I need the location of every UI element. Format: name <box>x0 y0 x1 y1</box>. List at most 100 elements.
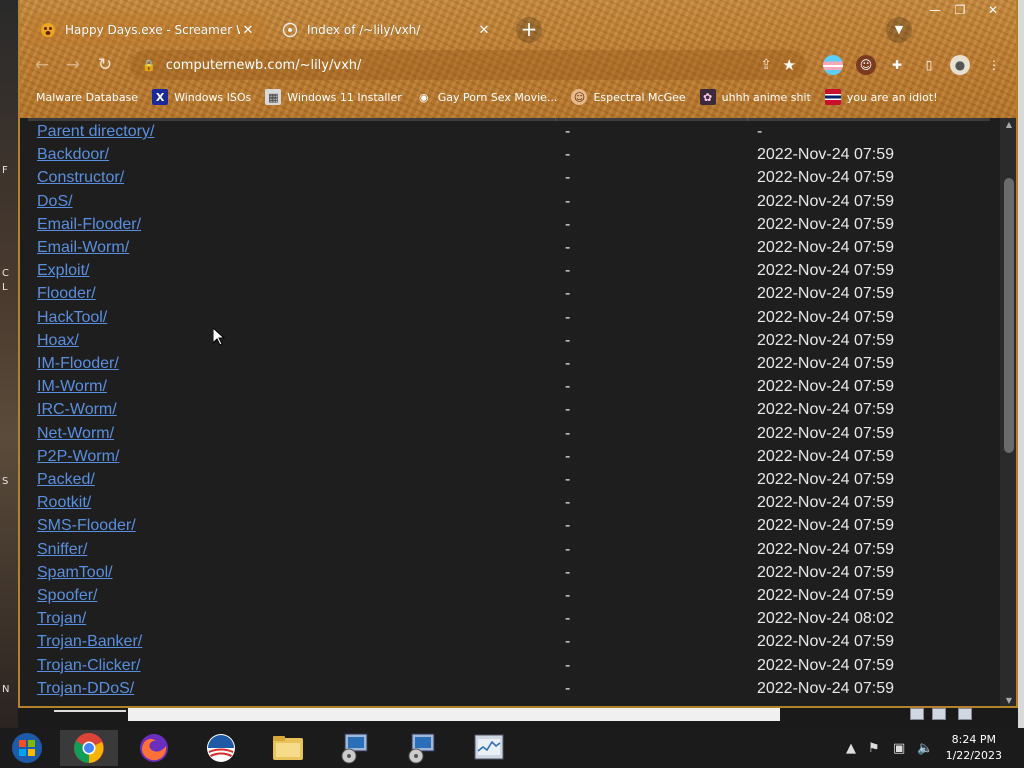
directory-link[interactable]: Trojan-Banker/ <box>37 633 142 651</box>
bookmark-uhhh-anime[interactable]: ✿ uhhh anime shit <box>699 89 811 105</box>
side-panel-icon[interactable]: ▯ <box>919 55 939 75</box>
scrollbar-thumb[interactable] <box>1004 178 1014 453</box>
size-cell: - <box>565 331 571 349</box>
file-explorer-icon[interactable] <box>259 730 317 766</box>
tab-title: Index of /~lily/vxh/ <box>307 23 421 37</box>
bookmark-star-icon[interactable]: ★ <box>783 56 796 74</box>
share-icon[interactable]: ⇪ <box>760 57 772 73</box>
network-icon[interactable]: ▣ <box>893 728 905 768</box>
bookmark-windows-isos[interactable]: X Windows ISOs <box>152 89 251 105</box>
size-cell: - <box>565 239 571 256</box>
tab-search-chevron-icon[interactable]: ▼ <box>886 17 912 43</box>
system-clock[interactable]: 8:24 PM 1/22/2023 <box>946 732 1002 764</box>
table-top-border <box>28 118 990 121</box>
size-cell: - <box>565 517 571 535</box>
background-window-icon <box>910 708 924 720</box>
table-row: SpamTool/ - 2022-Nov-24 07:59 <box>20 564 1000 587</box>
directory-link[interactable]: Hoax/ <box>37 332 79 350</box>
new-tab-button[interactable]: + <box>516 17 542 43</box>
directory-link[interactable]: Trojan/ <box>37 610 86 628</box>
task-manager-icon[interactable] <box>460 730 518 766</box>
back-button[interactable]: ← <box>30 53 54 77</box>
trans-flag-extension-icon[interactable] <box>823 55 843 75</box>
size-cell: - <box>565 679 571 697</box>
setup-icon[interactable] <box>393 730 451 766</box>
menu-kebab-icon[interactable]: ⋮ <box>984 55 1004 75</box>
directory-link[interactable]: Email-Worm/ <box>37 239 129 257</box>
directory-link[interactable]: IM-Worm/ <box>37 378 107 396</box>
background-window-icon <box>932 708 946 720</box>
maximize-button[interactable]: ❐ <box>947 2 973 20</box>
tab-happy-days[interactable]: Happy Days.exe - Screamer Wiki ✕ <box>30 14 266 46</box>
setup-icon[interactable] <box>326 730 384 766</box>
close-tab-icon[interactable]: ✕ <box>476 23 492 38</box>
directory-link[interactable]: Email-Flooder/ <box>37 216 141 234</box>
show-hidden-icons-icon[interactable]: ▲ <box>846 728 856 768</box>
forward-button[interactable]: → <box>61 53 85 77</box>
bookmark-espectral-mcgee[interactable]: ☺ Espectral McGee <box>571 89 686 105</box>
scroll-down-icon[interactable]: ▼ <box>1000 694 1016 706</box>
date-cell: 2022-Nov-24 07:59 <box>757 540 894 558</box>
background-window-strip <box>18 708 1018 728</box>
address-bar[interactable]: 🔒 computernewb.com/~lily/vxh/ ⇪ ★ <box>130 50 806 80</box>
action-center-flag-icon[interactable]: ⚑ <box>868 728 880 768</box>
bookmark-windows-11-installer[interactable]: ▦ Windows 11 Installer <box>265 89 402 105</box>
tab-title: Happy Days.exe - Screamer Wiki <box>65 23 240 37</box>
directory-link[interactable]: IM-Flooder/ <box>37 355 119 373</box>
table-row: Sniffer/ - 2022-Nov-24 07:59 <box>20 541 1000 564</box>
date-cell: 2022-Nov-24 07:59 <box>757 146 894 164</box>
directory-link[interactable]: IRC-Worm/ <box>37 401 117 419</box>
directory-link[interactable]: Spoofer/ <box>37 587 97 605</box>
start-orb-icon[interactable] <box>0 730 54 766</box>
tab-index-of[interactable]: Index of /~lily/vxh/ ✕ <box>272 14 502 46</box>
size-cell: - <box>565 656 571 674</box>
profile-avatar-icon[interactable]: ● <box>950 55 970 75</box>
background-window-edge <box>54 710 126 712</box>
directory-link[interactable]: Net-Worm/ <box>37 425 114 443</box>
date-cell: 2022-Nov-24 07:59 <box>757 447 894 465</box>
bookmark-you-are-an-idiot[interactable]: you are an idiot! <box>824 89 938 105</box>
profile-extension-icon[interactable]: ☺ <box>856 55 876 75</box>
directory-link[interactable]: P2P-Worm/ <box>37 448 119 466</box>
firefox-icon[interactable] <box>125 730 183 766</box>
directory-link[interactable]: Packed/ <box>37 471 95 489</box>
minimize-button[interactable]: — <box>922 2 948 20</box>
date-cell: 2022-Nov-24 07:59 <box>757 424 894 442</box>
directory-link[interactable]: Rootkit/ <box>37 494 91 512</box>
directory-link[interactable]: Trojan-DDoS/ <box>37 680 134 698</box>
directory-link[interactable]: Flooder/ <box>37 285 96 303</box>
date-cell: 2022-Nov-24 07:59 <box>757 633 894 651</box>
size-cell: - <box>565 215 571 233</box>
directory-link[interactable]: Parent directory/ <box>37 123 154 141</box>
table-row: Trojan-Banker/ - 2022-Nov-24 07:59 <box>20 633 1000 656</box>
directory-link[interactable]: Constructor/ <box>37 169 124 187</box>
vertical-scrollbar[interactable]: ▲ ▼ <box>1000 118 1016 706</box>
extensions-puzzle-icon[interactable]: ✚ <box>887 55 907 75</box>
volume-icon[interactable]: 🔈 <box>917 728 933 768</box>
bookmark-label: Malware Database <box>36 90 139 104</box>
lock-icon[interactable]: 🔒 <box>142 59 156 72</box>
close-tab-icon[interactable]: ✕ <box>240 23 256 38</box>
bookmark-label: Espectral McGee <box>593 90 686 104</box>
url-text[interactable]: computernewb.com/~lily/vxh/ <box>166 58 362 73</box>
obama-logo-icon[interactable] <box>192 730 250 766</box>
desktop-right-strip <box>1018 0 1024 728</box>
directory-link[interactable]: HackTool/ <box>37 309 107 327</box>
bookmark-gay-porn-sex-movie[interactable]: ◉ Gay Porn Sex Movie... <box>416 89 557 105</box>
close-window-button[interactable]: ✕ <box>980 2 1006 20</box>
directory-link[interactable]: Sniffer/ <box>37 541 87 559</box>
directory-link[interactable]: SMS-Flooder/ <box>37 517 136 535</box>
scroll-up-icon[interactable]: ▲ <box>1000 118 1016 132</box>
date-cell: 2022-Nov-24 08:02 <box>757 610 894 628</box>
directory-link[interactable]: DoS/ <box>37 193 73 211</box>
date-cell: 2022-Nov-24 07:59 <box>757 378 894 396</box>
reload-button[interactable]: ↻ <box>93 53 117 77</box>
directory-icon <box>282 22 298 38</box>
directory-link[interactable]: Trojan-Clicker/ <box>37 657 140 675</box>
chrome-icon[interactable] <box>60 730 118 766</box>
directory-link[interactable]: Exploit/ <box>37 262 89 280</box>
directory-link[interactable]: Backdoor/ <box>37 146 109 164</box>
date-cell: 2022-Nov-24 07:59 <box>757 169 894 187</box>
directory-link[interactable]: SpamTool/ <box>37 564 113 582</box>
bookmark-malware-database[interactable]: Malware Database <box>36 91 138 104</box>
